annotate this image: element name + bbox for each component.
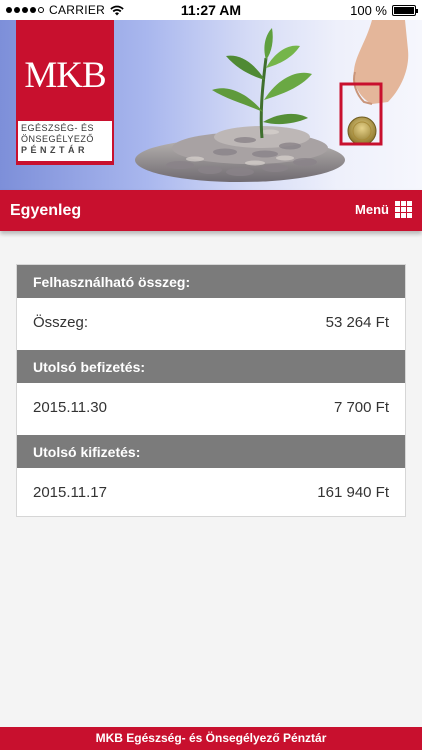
battery-level: [394, 7, 414, 14]
logo-line-3: PÉNZTÁR: [21, 145, 88, 155]
last-deposit-date: 2015.11.30: [33, 399, 107, 416]
app-bar: Egyenleg Menü: [0, 190, 422, 231]
last-deposit-row: 2015.11.30 7 700 Ft: [17, 383, 405, 435]
last-deposit-amount: 7 700 Ft: [333, 399, 389, 416]
section-header-last-payout: Utolsó kifizetés:: [17, 435, 405, 468]
status-right: 100 %: [350, 3, 418, 18]
battery-icon: [392, 5, 418, 16]
section-header-available: Felhasználható összeg:: [17, 265, 405, 298]
last-payout-row: 2015.11.17 161 940 Ft: [17, 468, 405, 520]
last-payout-date: 2015.11.17: [33, 484, 107, 501]
logo-line-2: ÖNSEGÉLYEZŐ: [21, 134, 94, 144]
section-header-last-deposit: Utolsó befizetés:: [17, 350, 405, 383]
balance-row: Összeg: 53 264 Ft: [17, 298, 405, 350]
logo-wordmark: MKB: [24, 55, 106, 96]
menu-label: Menü: [355, 202, 389, 217]
menu-button[interactable]: Menü: [355, 201, 412, 218]
page-title: Egyenleg: [10, 202, 82, 219]
status-bar: CARRIER 11:27 AM 100 %: [0, 0, 422, 20]
grid-menu-icon: [395, 201, 412, 218]
balance-label: Összeg:: [33, 314, 89, 331]
battery-percent: 100 %: [350, 3, 387, 18]
balance-value: 53 264 Ft: [325, 314, 389, 331]
footer-bar: MKB Egészség- és Önsegélyező Pénztár: [0, 727, 422, 750]
balance-card: Felhasználható összeg: Összeg: 53 264 Ft…: [16, 264, 406, 517]
header-banner: MKB EGÉSZSÉG- ÉS ÖNSEGÉLYEZŐ PÉNZTÁR: [0, 20, 422, 190]
logo-line-1: EGÉSZSÉG- ÉS: [21, 123, 95, 133]
last-payout-amount: 161 940 Ft: [317, 484, 389, 501]
logo-subtitle: EGÉSZSÉG- ÉS ÖNSEGÉLYEZŐ PÉNZTÁR: [18, 121, 112, 161]
